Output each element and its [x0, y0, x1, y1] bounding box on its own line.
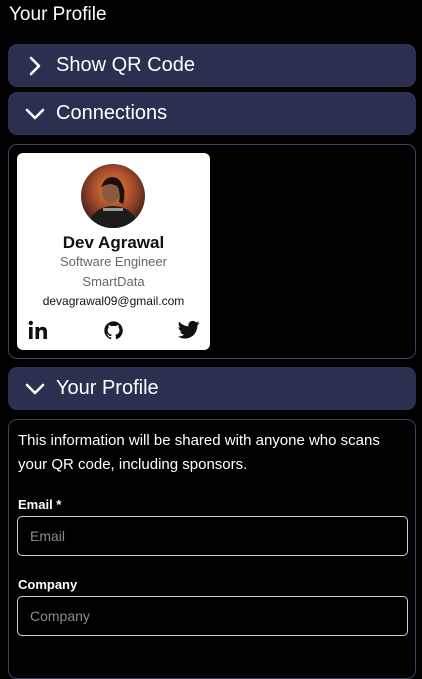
chevron-down-icon — [24, 103, 46, 125]
twitter-icon[interactable] — [178, 319, 200, 341]
avatar — [81, 164, 145, 228]
company-label: Company — [18, 577, 78, 592]
connections-toggle[interactable]: Connections — [8, 92, 416, 135]
email-label: Email * — [18, 497, 62, 512]
connection-company: SmartData — [82, 274, 145, 289]
linkedin-icon[interactable] — [27, 319, 49, 341]
profile-form-panel: This information will be shared with any… — [8, 419, 416, 679]
chevron-right-icon — [24, 55, 46, 77]
page-title: Your Profile — [9, 4, 107, 25]
github-icon[interactable] — [102, 319, 124, 341]
connection-email: devagrawal09@gmail.com — [42, 294, 185, 308]
connections-label: Connections — [56, 102, 168, 124]
connection-role: Software Engineer — [60, 254, 167, 269]
company-field[interactable] — [17, 596, 408, 636]
show-qr-code-label: Show QR Code — [56, 54, 195, 76]
your-profile-label: Your Profile — [56, 377, 159, 399]
show-qr-code-toggle[interactable]: Show QR Code — [8, 44, 416, 87]
profile-info-text: This information will be shared with any… — [18, 432, 380, 473]
connections-panel: Dev Agrawal Software Engineer SmartData … — [8, 144, 416, 359]
connection-name: Dev Agrawal — [62, 233, 165, 252]
connection-card[interactable]: Dev Agrawal Software Engineer SmartData … — [17, 153, 210, 350]
email-field[interactable] — [17, 516, 408, 556]
your-profile-toggle[interactable]: Your Profile — [8, 367, 416, 410]
chevron-down-icon — [24, 378, 46, 400]
